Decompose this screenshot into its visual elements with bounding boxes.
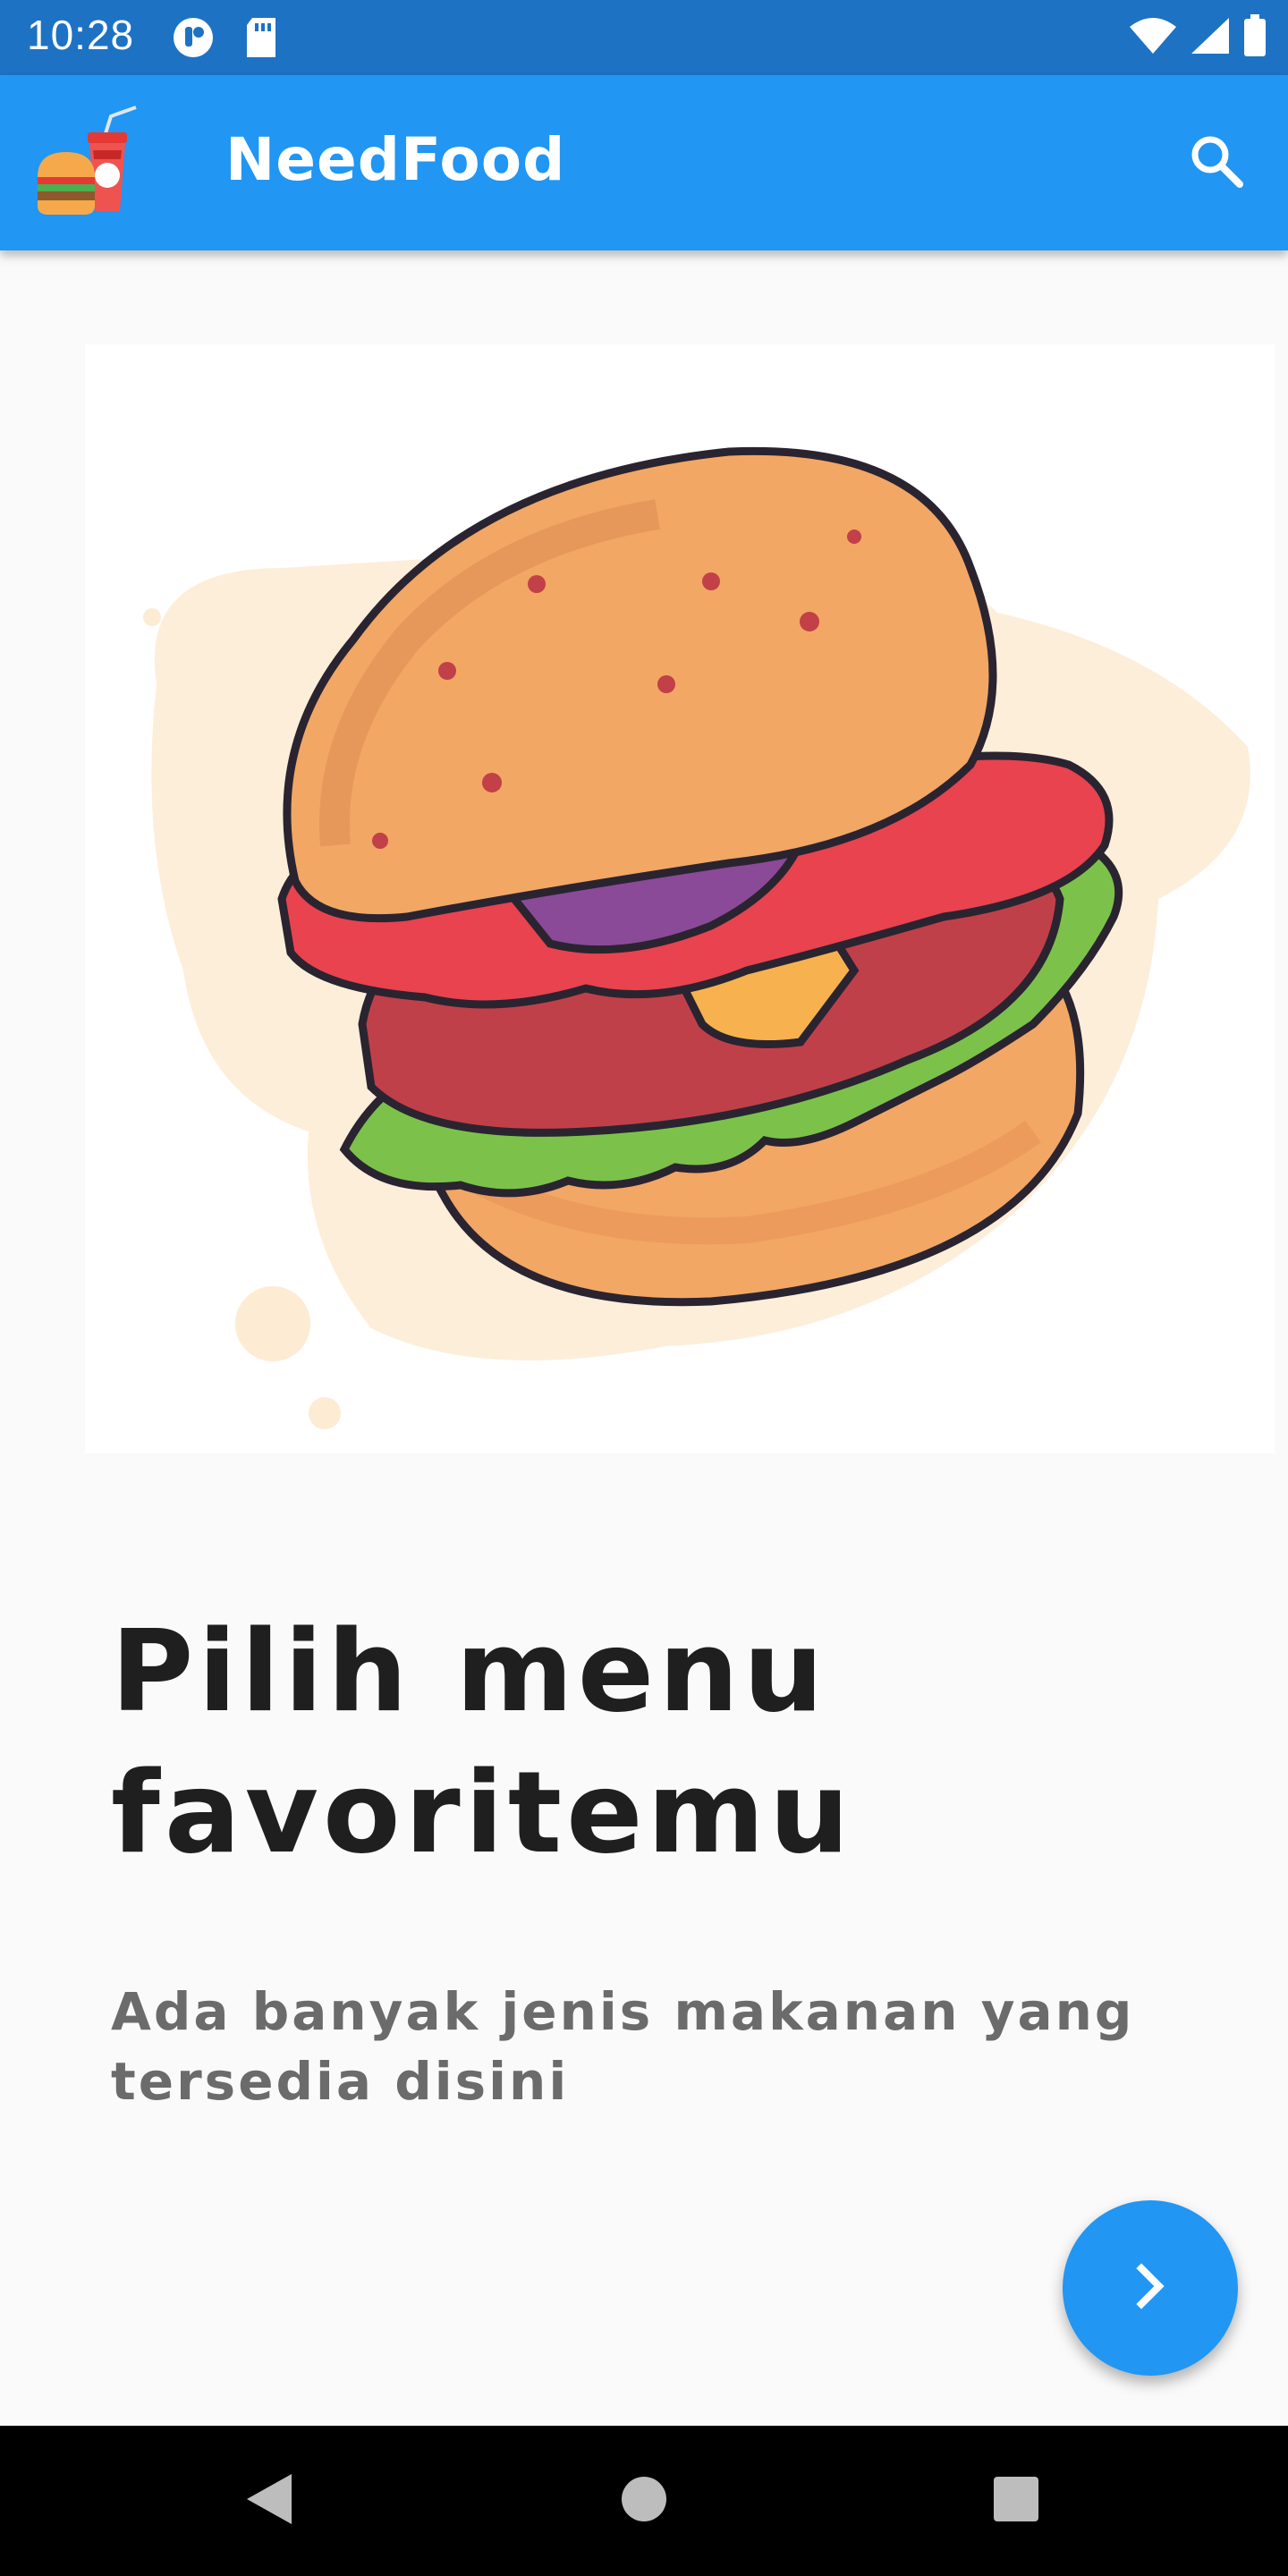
wifi-icon	[1129, 16, 1177, 59]
subtitle: Ada banyak jenis makanan yang tersedia d…	[111, 1981, 1135, 2112]
chevron-right-icon	[1123, 2259, 1177, 2317]
app-notification-icon	[170, 16, 216, 63]
burger-drink-logo-icon	[36, 106, 141, 222]
system-nav-bar	[0, 2426, 1288, 2576]
search-icon	[1188, 132, 1245, 193]
sd-card-icon	[243, 16, 279, 63]
burger-illustration	[143, 446, 1250, 1429]
onboarding-screen: 10:28 NeedFood Pilih menu favoritemu Ada…	[0, 0, 1288, 2576]
home-icon	[620, 2475, 668, 2527]
hero-image	[85, 344, 1275, 1453]
status-time: 10:28	[27, 12, 135, 58]
status-indicators	[1129, 13, 1267, 63]
back-icon	[243, 2472, 293, 2529]
search-button[interactable]	[1182, 129, 1250, 197]
recents-icon	[992, 2475, 1040, 2527]
headline: Pilih menu favoritemu	[111, 1606, 854, 1878]
next-button[interactable]	[1063, 2200, 1238, 2376]
app-bar: NeedFood	[0, 75, 1288, 250]
battery-icon	[1243, 14, 1267, 61]
back-button[interactable]	[240, 2472, 297, 2529]
status-bar: 10:28	[0, 0, 1288, 75]
recents-button[interactable]	[987, 2472, 1045, 2529]
home-button[interactable]	[615, 2472, 673, 2529]
signal-icon	[1190, 16, 1231, 59]
app-title: NeedFood	[225, 125, 566, 194]
